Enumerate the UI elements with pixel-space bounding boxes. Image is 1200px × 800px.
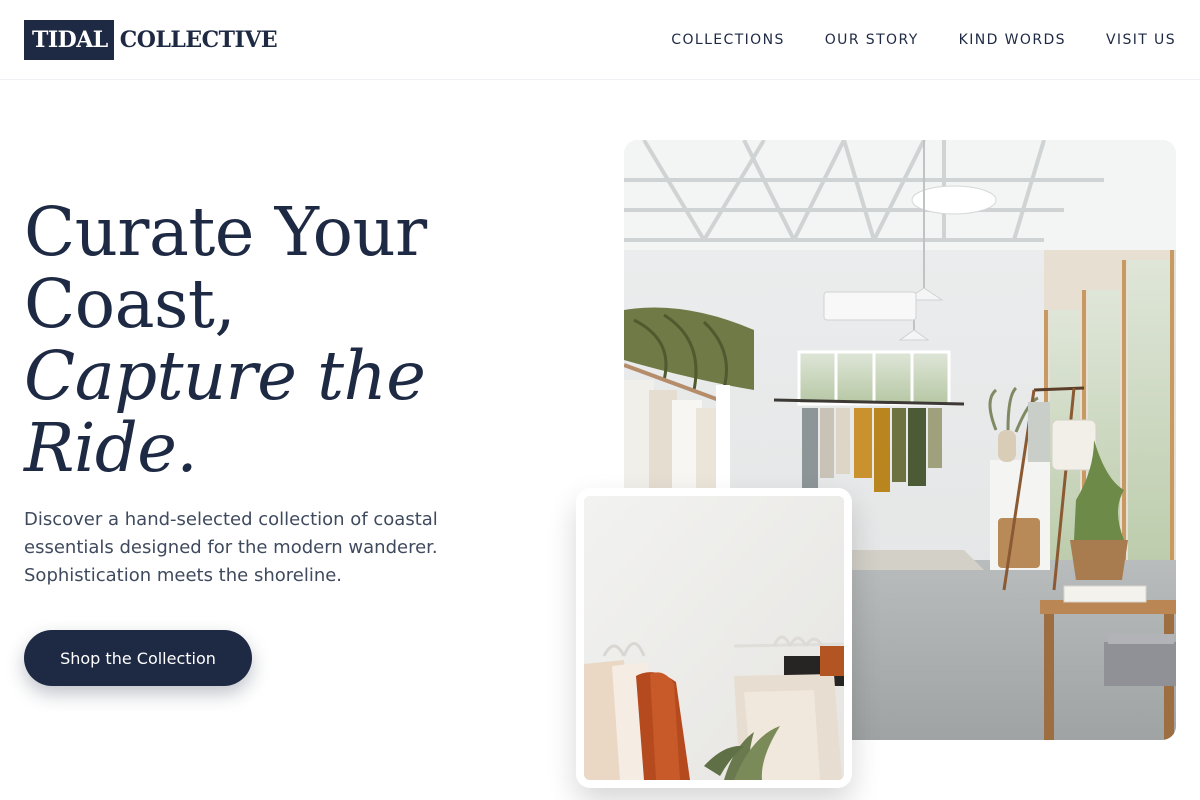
hero-title: Curate Your Coast, Capture the Ride. [24, 196, 544, 484]
inset-image-card [576, 488, 852, 788]
brand-logo[interactable]: TIDAL COLLECTIVE [24, 20, 278, 60]
hero-title-line-3: Capture the [24, 337, 426, 415]
hero-description-line-1: Discover a hand-selected collection of c… [24, 509, 438, 530]
clothing-rack-image [584, 496, 844, 780]
logo-box-text: TIDAL [24, 20, 114, 60]
logo-text: COLLECTIVE [119, 27, 278, 53]
nav-item-kind-words[interactable]: KIND WORDS [959, 30, 1066, 50]
site-header: TIDAL COLLECTIVE COLLECTIONS OUR STORY K… [0, 0, 1200, 80]
hero-title-line-4: Ride. [24, 409, 198, 487]
shop-collection-button[interactable]: Shop the Collection [24, 630, 252, 686]
nav-item-visit-us[interactable]: VISIT US [1106, 30, 1176, 50]
nav-item-our-story[interactable]: OUR STORY [825, 30, 919, 50]
hero-title-line-1: Curate Your [24, 193, 427, 271]
hero-description: Discover a hand-selected collection of c… [24, 506, 494, 590]
hero-title-line-2: Coast, [24, 265, 236, 343]
hero-description-line-2: essentials designed for the modern wande… [24, 537, 438, 558]
nav-item-collections[interactable]: COLLECTIONS [671, 30, 784, 50]
hero-description-line-3: Sophistication meets the shoreline. [24, 565, 343, 586]
main-nav: COLLECTIONS OUR STORY KIND WORDS VISIT U… [671, 30, 1176, 50]
